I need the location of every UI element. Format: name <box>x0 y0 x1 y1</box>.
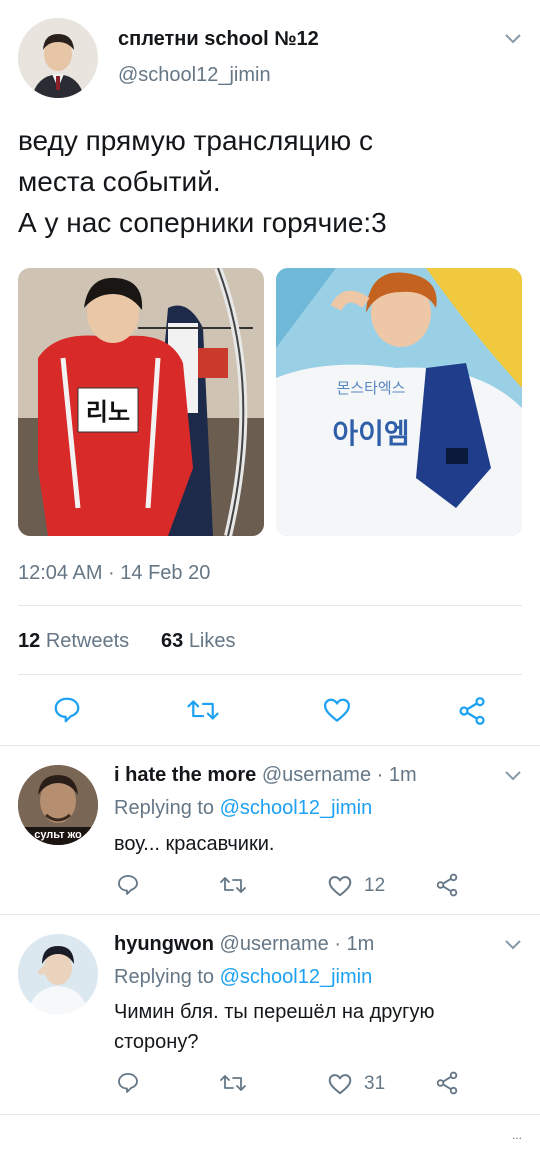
retweets-label: Retweets <box>45 630 130 652</box>
tweet-text-line: А у нас соперники горячие:3 <box>18 207 387 238</box>
reply-icon[interactable] <box>52 695 82 725</box>
likes-label: Likes <box>188 630 236 652</box>
replying-to: Replying to @school12_jimin <box>114 966 372 989</box>
replying-to-handle[interactable]: @school12_jimin <box>220 797 373 819</box>
reply-author-name[interactable]: hyungwon <box>114 933 214 955</box>
reply-author-name[interactable]: i hate the more <box>114 764 256 786</box>
author-avatar[interactable] <box>18 18 98 98</box>
divider <box>18 605 522 606</box>
photo-name-tag: 아이엠 <box>332 417 409 450</box>
share-icon[interactable] <box>434 1070 460 1096</box>
divider <box>0 1114 540 1115</box>
tweet-photo-2[interactable]: 아이엠 몬스타엑스 <box>276 268 522 536</box>
reply-text-line: сторону? <box>114 1031 199 1053</box>
reply-header: hyungwon @username · 1m <box>114 933 374 956</box>
likes-count: 63 <box>161 630 184 652</box>
retweets-stat[interactable]: 12 Retweets <box>18 630 129 653</box>
replying-to-prefix: Replying to <box>114 797 215 819</box>
like-icon[interactable] <box>327 1071 353 1097</box>
chevron-down-icon[interactable] <box>504 33 522 45</box>
share-icon[interactable] <box>434 872 460 898</box>
chevron-down-icon[interactable] <box>504 939 522 951</box>
share-icon[interactable] <box>456 695 488 727</box>
like-icon[interactable] <box>322 695 352 725</box>
reply-text-line: воу... красавчики. <box>114 833 275 855</box>
chevron-down-icon[interactable] <box>504 770 522 782</box>
author-handle[interactable]: @school12_jimin <box>118 64 271 87</box>
reply-text: воу... красавчики. <box>114 829 524 859</box>
retweets-count: 12 <box>18 630 41 652</box>
retweet-icon[interactable] <box>219 1071 247 1095</box>
retweet-icon[interactable] <box>219 873 247 897</box>
replying-to-handle[interactable]: @school12_jimin <box>220 966 373 988</box>
more-dots: ... <box>512 1128 523 1142</box>
photo-name-tag: 리노 <box>86 398 130 426</box>
like-icon[interactable] <box>327 873 353 899</box>
tweet-text-line: места событий. <box>18 166 221 197</box>
reply-text: Чимин бля. ты перешёл на другую сторону? <box>114 997 524 1057</box>
divider <box>0 914 540 915</box>
reply-avatar[interactable] <box>18 934 98 1014</box>
tweet-timestamp[interactable]: 12:04 AM · 14 Feb 20 <box>18 562 210 585</box>
divider <box>18 674 522 675</box>
author-display-name[interactable]: сплетни school №12 <box>118 28 319 51</box>
tweet-text: веду прямую трансляцию с места событий. … <box>18 120 528 243</box>
avatar-caption: сульт жо <box>34 829 82 841</box>
reply-icon[interactable] <box>116 1071 140 1095</box>
replying-to-prefix: Replying to <box>114 966 215 988</box>
reply-meta: @username · 1m <box>261 764 417 786</box>
photo-vest-text: 몬스타엑스 <box>336 379 405 397</box>
reply-text-line: Чимин бля. ты перешёл на другую <box>114 1001 435 1023</box>
likes-stat[interactable]: 63 Likes <box>161 630 236 653</box>
reply-icon[interactable] <box>116 873 140 897</box>
like-count: 31 <box>364 1073 386 1094</box>
divider <box>0 745 540 746</box>
like-count: 12 <box>364 875 386 896</box>
tweet-photo-1[interactable]: 리노 <box>18 268 264 536</box>
reply-meta: @username · 1m <box>219 933 375 955</box>
reply-avatar[interactable]: сульт жо <box>18 765 98 845</box>
tweet-text-line: веду прямую трансляцию с <box>18 125 373 156</box>
replying-to: Replying to @school12_jimin <box>114 797 372 820</box>
retweet-icon[interactable] <box>186 695 220 725</box>
reply-header: i hate the more @username · 1m <box>114 764 417 787</box>
